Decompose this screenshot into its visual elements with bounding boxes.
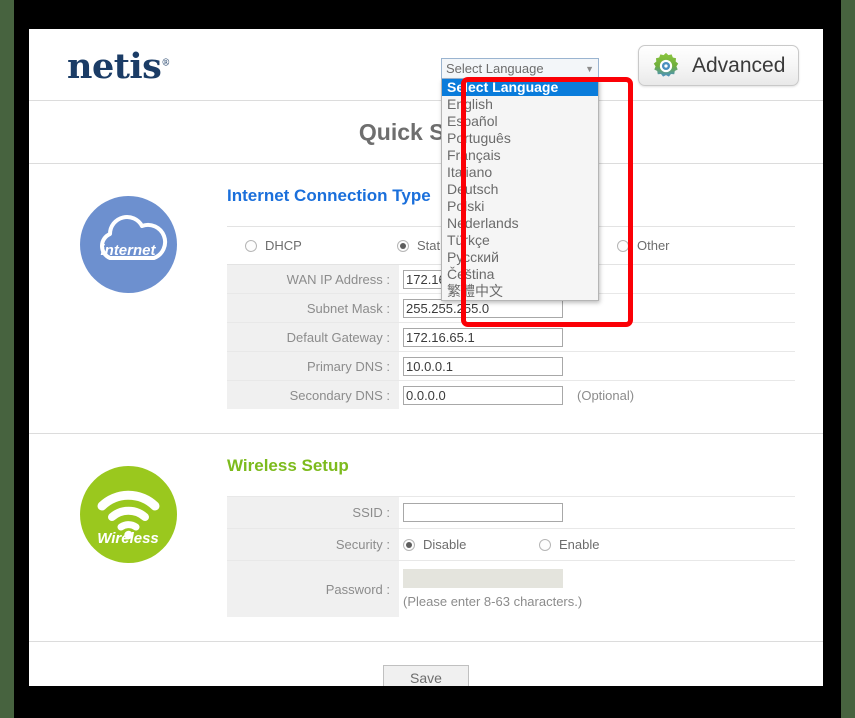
page-title: Quick Setup <box>358 119 494 145</box>
language-option-select-language[interactable]: Select Language <box>442 79 598 96</box>
radio-security-enable[interactable]: Enable <box>539 537 599 552</box>
language-option-english[interactable]: English <box>442 96 598 113</box>
value-secondary-dns: 0.0.0.0 (Optional) <box>399 385 795 405</box>
language-option-espanol[interactable]: Español <box>442 113 598 130</box>
internet-connection-section: internet Internet Connection Type DHCP S… <box>29 164 823 434</box>
radio-security-disable-dot <box>403 538 415 551</box>
radio-other[interactable]: Other <box>617 238 670 253</box>
language-option-chinese[interactable]: 繁體中文 <box>442 283 598 300</box>
page-title-bar: Quick Setup <box>29 101 823 164</box>
radio-static-ip-dot <box>397 239 409 252</box>
internet-icon-column: internet <box>29 186 227 409</box>
page-header: netis® Advanced <box>29 29 823 101</box>
wireless-section-body: Wireless Setup SSID : Security : Disable <box>227 456 823 617</box>
language-option-nederlands[interactable]: Nederlands <box>442 215 598 232</box>
language-option-turkce[interactable]: Türkçe <box>442 232 598 249</box>
radio-security-enable-label: Enable <box>559 537 600 552</box>
chevron-down-icon: ▼ <box>585 63 594 74</box>
language-option-italiano[interactable]: Italiano <box>442 164 598 181</box>
radio-other-label: Other <box>637 238 670 253</box>
label-subnet-mask: Subnet Mask : <box>227 294 399 322</box>
radio-security-disable-label: Disable <box>423 537 467 552</box>
label-security: Security : <box>227 529 399 560</box>
logo-text: netis <box>67 46 162 87</box>
label-secondary-dns: Secondary DNS : <box>227 381 399 409</box>
password-hint: (Please enter 8-63 characters.) <box>403 594 583 609</box>
input-primary-dns[interactable]: 10.0.0.1 <box>403 356 563 376</box>
language-selector[interactable]: Select Language ▼ Select Language Englis… <box>441 58 599 301</box>
label-ssid: SSID : <box>227 497 399 528</box>
wireless-icon-label: Wireless <box>97 530 159 547</box>
internet-cloud-icon: internet <box>79 196 177 293</box>
input-ssid[interactable] <box>403 503 563 522</box>
field-row-security: Security : Disable Enable <box>227 529 795 561</box>
radio-security-disable[interactable]: Disable <box>403 537 539 552</box>
field-row-primary-dns: Primary DNS : 10.0.0.1 <box>227 352 795 381</box>
value-security: Disable Enable <box>399 537 795 552</box>
field-row-secondary-dns: Secondary DNS : 0.0.0.0 (Optional) <box>227 381 795 409</box>
wireless-section-heading: Wireless Setup <box>227 456 349 475</box>
language-dropdown-list[interactable]: Select Language English Español Portuguê… <box>441 79 599 301</box>
internet-icon-label: internet <box>100 242 156 259</box>
field-row-password: Password : (Please enter 8-63 characters… <box>227 561 795 617</box>
language-option-deutsch[interactable]: Deutsch <box>442 181 598 198</box>
secondary-dns-optional-note: (Optional) <box>577 387 635 403</box>
router-admin-page: netis® Advanced Quick Setup internet Int… <box>29 29 823 686</box>
window-edge-strip-left <box>0 0 14 718</box>
value-subnet-mask: 255.255.255.0 <box>399 298 795 318</box>
value-ssid <box>399 503 795 522</box>
language-option-cestina[interactable]: Čeština <box>442 266 598 283</box>
value-primary-dns: 10.0.0.1 <box>399 356 795 376</box>
radio-other-dot <box>617 239 629 252</box>
radio-dhcp[interactable]: DHCP <box>227 238 397 253</box>
label-wan-ip: WAN IP Address : <box>227 265 399 293</box>
gear-icon <box>651 51 681 81</box>
language-select-value: Select Language <box>446 61 544 76</box>
label-password: Password : <box>227 561 399 617</box>
language-option-portugues[interactable]: Português <box>442 130 598 147</box>
wireless-wifi-icon: Wireless <box>79 466 177 563</box>
radio-dhcp-label: DHCP <box>265 238 302 253</box>
radio-security-enable-dot <box>539 538 551 551</box>
input-subnet-mask[interactable]: 255.255.255.0 <box>403 298 563 318</box>
radio-dhcp-dot <box>245 239 257 252</box>
language-option-russian[interactable]: Русский <box>442 249 598 266</box>
page-footer: Save <box>29 642 823 686</box>
advanced-button-label: Advanced <box>692 53 786 77</box>
field-row-ssid: SSID : <box>227 496 795 529</box>
field-row-default-gateway: Default Gateway : 172.16.65.1 <box>227 323 795 352</box>
wireless-icon-column: Wireless <box>29 456 227 617</box>
window-edge-strip-right <box>841 0 855 718</box>
registered-mark-icon: ® <box>161 58 170 69</box>
language-option-francais[interactable]: Français <box>442 147 598 164</box>
wireless-form-rows: SSID : Security : Disable Enable Passwor… <box>227 496 795 617</box>
netis-logo: netis® <box>67 46 170 87</box>
input-secondary-dns[interactable]: 0.0.0.0 <box>403 385 563 405</box>
input-password[interactable] <box>403 569 563 588</box>
value-password: (Please enter 8-63 characters.) <box>399 563 795 615</box>
language-option-polski[interactable]: Polski <box>442 198 598 215</box>
label-default-gateway: Default Gateway : <box>227 323 399 351</box>
language-select-box[interactable]: Select Language ▼ <box>441 58 599 79</box>
label-primary-dns: Primary DNS : <box>227 352 399 380</box>
input-default-gateway[interactable]: 172.16.65.1 <box>403 327 563 347</box>
wireless-setup-section: Wireless Wireless Setup SSID : Security … <box>29 434 823 642</box>
save-button[interactable]: Save <box>383 664 469 686</box>
value-default-gateway: 172.16.65.1 <box>399 327 795 347</box>
advanced-button[interactable]: Advanced <box>638 45 799 86</box>
